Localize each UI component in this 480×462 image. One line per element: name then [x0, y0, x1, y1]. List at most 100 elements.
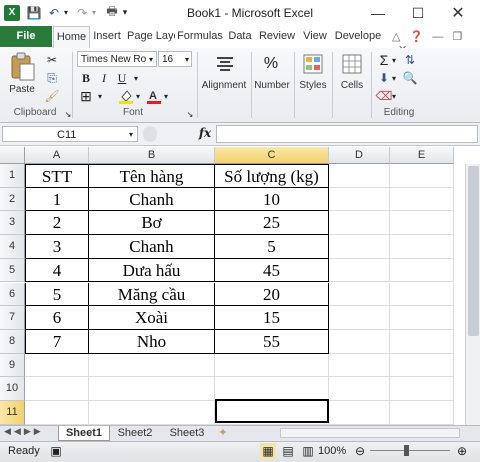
- cell-e4[interactable]: [390, 235, 454, 259]
- row-header-3[interactable]: 3: [0, 211, 25, 236]
- cell-c10[interactable]: [215, 377, 329, 401]
- number-button[interactable]: Number: [252, 80, 292, 91]
- tab-formulas[interactable]: Formulas: [177, 26, 223, 47]
- cell-e11[interactable]: [390, 401, 454, 425]
- cell-d6[interactable]: [329, 282, 390, 307]
- cell-a3[interactable]: 2: [25, 211, 89, 236]
- selected-cell-c11[interactable]: [215, 399, 329, 423]
- fill-color-dropdown-icon[interactable]: ▾: [134, 88, 142, 104]
- name-box[interactable]: C11: [2, 126, 138, 142]
- tab-file[interactable]: File: [0, 26, 52, 47]
- cell-e9[interactable]: [390, 353, 454, 378]
- workbook-restore-icon[interactable]: ❐: [452, 31, 462, 43]
- row-header-1[interactable]: 1: [0, 164, 25, 188]
- cell-d3[interactable]: [329, 211, 390, 236]
- vertical-scroll-thumb[interactable]: [468, 166, 479, 336]
- sheet-tab-sheet2[interactable]: Sheet2: [110, 426, 160, 440]
- zoom-slider-thumb[interactable]: [404, 445, 409, 456]
- cells-icon[interactable]: [341, 53, 363, 75]
- column-header-a[interactable]: A: [25, 147, 89, 164]
- copy-icon[interactable]: ⎘: [44, 70, 60, 86]
- paste-button[interactable]: Paste: [4, 84, 40, 95]
- format-painter-icon[interactable]: 🖌: [44, 88, 60, 104]
- cell-c9[interactable]: [215, 353, 329, 378]
- zoom-level[interactable]: 100%: [318, 445, 346, 457]
- cell-b3[interactable]: Bơ: [89, 211, 215, 236]
- cell-d11[interactable]: [329, 401, 390, 425]
- row-header-8[interactable]: 8: [0, 329, 25, 354]
- italic-button[interactable]: I: [96, 70, 112, 86]
- cell-b11[interactable]: [89, 401, 215, 425]
- cell-d1[interactable]: [329, 164, 390, 188]
- cell-a9[interactable]: [25, 353, 89, 378]
- customize-qat-icon[interactable]: ▾: [120, 5, 130, 21]
- tab-review[interactable]: Review: [257, 26, 297, 47]
- styles-button[interactable]: Styles: [296, 80, 330, 91]
- autosum-dropdown-icon[interactable]: ▾: [390, 52, 398, 68]
- cell-c3[interactable]: 25: [215, 211, 329, 236]
- redo-icon[interactable]: ↷: [74, 5, 90, 21]
- minimize-icon[interactable]: —: [358, 0, 398, 26]
- clear-dropdown-icon[interactable]: ▾: [390, 88, 398, 104]
- column-header-d[interactable]: D: [329, 147, 390, 164]
- fill-dropdown-icon[interactable]: ▾: [390, 70, 398, 86]
- page-break-view-icon[interactable]: ▥: [300, 443, 316, 459]
- bold-button[interactable]: B: [78, 70, 94, 86]
- cell-c4[interactable]: 5: [215, 235, 329, 259]
- clipboard-launcher-icon[interactable]: ↘: [60, 106, 76, 122]
- font-name-combo[interactable]: Times New Ro: [77, 51, 157, 67]
- cell-a4[interactable]: 3: [25, 235, 89, 259]
- cell-a1[interactable]: STT: [25, 164, 89, 188]
- borders-dropdown-icon[interactable]: ▾: [96, 88, 104, 104]
- row-header-11[interactable]: 11: [0, 401, 25, 425]
- styles-icon[interactable]: [302, 53, 324, 75]
- cell-e6[interactable]: [390, 282, 454, 307]
- column-header-e[interactable]: E: [390, 147, 454, 164]
- undo-icon[interactable]: ↶: [46, 5, 62, 21]
- cell-d7[interactable]: [329, 306, 390, 330]
- cell-c6[interactable]: 20: [215, 282, 329, 307]
- normal-view-icon[interactable]: ▦: [260, 443, 276, 459]
- cell-a5[interactable]: 4: [25, 258, 89, 283]
- underline-button[interactable]: U: [114, 70, 130, 86]
- zoom-in-icon[interactable]: ⊕: [454, 443, 470, 459]
- name-box-dropdown-icon[interactable]: ▾: [126, 126, 136, 142]
- close-icon[interactable]: ✕: [438, 0, 478, 26]
- cell-c8[interactable]: 55: [215, 329, 329, 354]
- cell-c5[interactable]: 45: [215, 258, 329, 283]
- row-header-7[interactable]: 7: [0, 306, 25, 330]
- select-all-corner[interactable]: [0, 147, 25, 164]
- sheet-tab-sheet3[interactable]: Sheet3: [162, 426, 212, 440]
- cell-a8[interactable]: 7: [25, 329, 89, 354]
- macro-record-icon[interactable]: ▣: [48, 443, 64, 459]
- cell-d2[interactable]: [329, 187, 390, 212]
- cell-a2[interactable]: 1: [25, 187, 89, 212]
- formula-bar-splitter[interactable]: [143, 126, 157, 142]
- tab-developer[interactable]: Develope: [333, 26, 383, 47]
- column-header-c[interactable]: C: [215, 147, 329, 164]
- cell-a6[interactable]: 5: [25, 282, 89, 307]
- cell-d4[interactable]: [329, 235, 390, 259]
- cell-e1[interactable]: [390, 164, 454, 188]
- cell-b5[interactable]: Dưa hấu: [89, 258, 215, 283]
- column-header-b[interactable]: B: [89, 147, 215, 164]
- undo-dropdown-icon[interactable]: ▾: [62, 5, 70, 21]
- tab-page-layout[interactable]: Page Layo: [127, 26, 175, 47]
- cell-e2[interactable]: [390, 187, 454, 212]
- cell-b8[interactable]: Nho: [89, 329, 215, 354]
- tab-view[interactable]: View: [300, 26, 330, 47]
- percent-icon[interactable]: %: [261, 53, 281, 75]
- row-header-4[interactable]: 4: [0, 235, 25, 259]
- sort-filter-icon[interactable]: ⇅: [402, 52, 418, 68]
- zoom-out-icon[interactable]: ⊖: [352, 443, 368, 459]
- cells-button[interactable]: Cells: [336, 80, 368, 91]
- cell-b9[interactable]: [89, 353, 215, 378]
- sheet-tab-sheet1[interactable]: Sheet1: [58, 426, 110, 441]
- minimize-ribbon-icon[interactable]: △: [392, 31, 400, 43]
- insert-sheet-icon[interactable]: ✦: [214, 426, 232, 440]
- tab-data[interactable]: Data: [226, 26, 254, 47]
- font-color-icon[interactable]: A: [146, 88, 162, 104]
- tab-home[interactable]: Home: [53, 26, 90, 49]
- cell-d9[interactable]: [329, 353, 390, 378]
- cell-c7[interactable]: 15: [215, 306, 329, 330]
